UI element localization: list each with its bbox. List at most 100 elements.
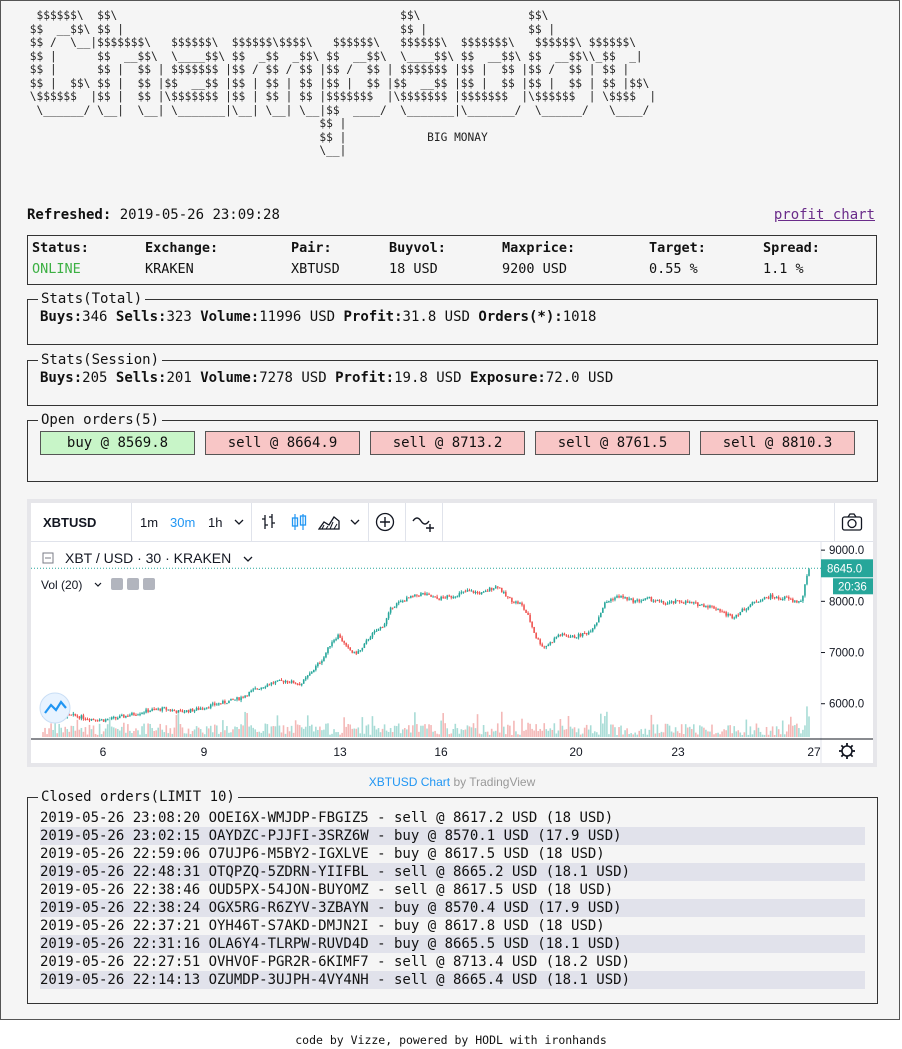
buyvol-value: 18 USD — [389, 261, 438, 277]
volume-bar — [414, 712, 416, 737]
open-order-sell[interactable]: sell @ 8761.5 — [535, 431, 690, 455]
candle-body — [733, 617, 736, 619]
candle-body — [450, 595, 453, 598]
chart-link[interactable]: XBTUSD Chart — [369, 775, 450, 789]
price-chart[interactable]: 6000.0 7000.0 8000.0 9000.0 8645.0 20:36 6 9 13 1… — [31, 541, 873, 763]
open-order-sell[interactable]: sell @ 8664.9 — [205, 431, 360, 455]
volume-bar — [155, 730, 157, 737]
volume-bar — [262, 731, 265, 737]
open-order-sell[interactable]: sell @ 8810.3 — [700, 431, 855, 455]
volume-bar — [119, 730, 121, 737]
volume-bar — [533, 730, 535, 737]
candle-body — [695, 602, 697, 604]
candle-body — [503, 591, 505, 593]
volume-bar — [527, 722, 529, 737]
chevron-down-icon[interactable] — [94, 582, 102, 587]
compare-icon[interactable] — [412, 512, 436, 532]
candle-body — [149, 710, 151, 712]
volume-bar — [412, 725, 414, 737]
open-order-sell[interactable]: sell @ 8713.2 — [370, 431, 525, 455]
volume-bar — [709, 731, 711, 737]
candle-body — [662, 601, 665, 604]
volume-bar — [666, 723, 669, 737]
volume-bar — [290, 725, 293, 737]
candle-body — [195, 707, 198, 711]
settings-icon-tooth — [840, 744, 845, 749]
candle-body — [798, 601, 800, 603]
volume-bar — [492, 731, 495, 737]
timeframe-30m[interactable]: 30m — [170, 515, 195, 530]
volume-bar — [300, 727, 303, 737]
candle-body — [222, 700, 224, 704]
volume-bar — [369, 734, 372, 737]
candle-body — [242, 697, 244, 699]
add-indicator-icon[interactable] — [375, 512, 395, 532]
volume-bar — [757, 727, 760, 737]
candle-body — [490, 587, 493, 590]
candle-body — [593, 625, 596, 629]
volume-bar — [339, 734, 341, 737]
settings-icon[interactable] — [841, 745, 853, 757]
closed-order-row: 2019-05-26 22:14:13 OZUMDP-3UJPH-4VY4NH … — [40, 971, 865, 989]
volume-bar — [383, 724, 386, 737]
candle-body — [119, 715, 121, 719]
candle-body — [76, 715, 79, 717]
candlestick-icon[interactable] — [290, 513, 308, 531]
candle-body — [587, 632, 590, 635]
candle-body — [747, 607, 750, 610]
volume-bar — [701, 726, 703, 737]
symbol-search-button[interactable]: XBTUSD — [43, 515, 96, 530]
stats-session-line: Buys:205 Sells:201 Volume:7278 USD Profi… — [40, 368, 865, 386]
volume-bar — [282, 725, 285, 737]
volume-bar — [201, 732, 204, 737]
volume-bar — [618, 727, 620, 737]
volume-bar — [355, 728, 358, 737]
candle-body — [163, 707, 166, 709]
volume-bar — [246, 713, 248, 737]
timeframe-1h[interactable]: 1h — [208, 515, 222, 530]
volume-bar — [341, 732, 343, 737]
candle-body — [333, 640, 335, 643]
area-icon[interactable] — [318, 513, 340, 531]
bars-icon[interactable] — [260, 513, 278, 531]
volume-bar — [74, 730, 77, 737]
candle-body — [424, 593, 426, 595]
volume-bar — [642, 733, 645, 737]
candle-body — [355, 651, 358, 654]
open-order-buy[interactable]: buy @ 8569.8 — [40, 431, 195, 455]
volume-bar — [216, 725, 218, 737]
volume-bar — [173, 727, 176, 737]
candle-body — [658, 600, 661, 602]
candle-body — [701, 604, 703, 606]
gear-icon[interactable] — [127, 578, 139, 590]
volume-bar — [472, 723, 475, 737]
volume-bar — [189, 734, 192, 737]
chevron-down-icon[interactable] — [350, 517, 360, 527]
candle-body — [642, 599, 645, 601]
volume-bar — [525, 729, 527, 737]
chevron-down-icon[interactable] — [243, 556, 253, 562]
closed-order-row: 2019-05-26 22:48:31 OTQPZQ-5ZDRN-YIIFBL … — [40, 863, 865, 881]
candle-body — [448, 595, 451, 597]
volume-bar — [420, 725, 422, 737]
volume-bar — [331, 733, 333, 737]
candle-body — [541, 644, 544, 647]
eye-icon[interactable] — [111, 578, 123, 590]
candle-body — [193, 710, 196, 712]
close-icon[interactable] — [143, 578, 155, 590]
volume-bar — [745, 719, 748, 737]
volume-bar — [236, 727, 238, 737]
candle-body — [721, 611, 723, 613]
chevron-down-icon[interactable] — [234, 517, 244, 527]
volume-bar — [626, 728, 628, 737]
candle-body — [557, 634, 560, 638]
timeframe-1m[interactable]: 1m — [140, 515, 158, 530]
profit-chart-link[interactable]: profit chart — [774, 207, 875, 223]
volume-bar — [125, 732, 127, 737]
volume-bar — [703, 727, 705, 737]
volume-bar — [230, 732, 232, 737]
camera-icon[interactable] — [841, 512, 863, 532]
sells-value: 323 — [166, 309, 192, 325]
candle-body — [709, 605, 711, 608]
candle-body — [191, 708, 194, 712]
